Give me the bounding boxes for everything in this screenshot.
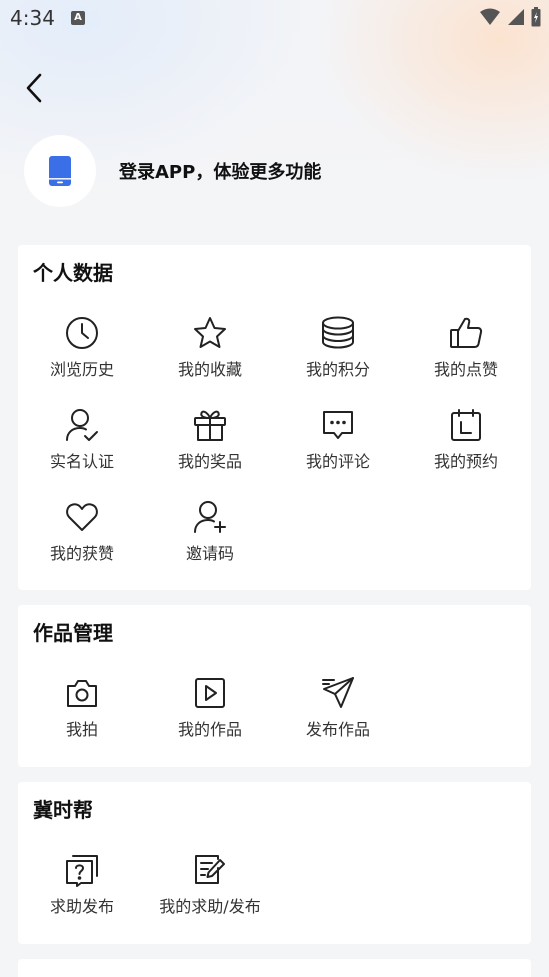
grid-item-reservations[interactable]: 我的预约: [402, 405, 530, 485]
camera-icon: [67, 680, 97, 707]
grid-item-likes[interactable]: 我的点赞: [402, 313, 530, 393]
coins-icon: [322, 316, 354, 349]
grid-item-label: 我拍: [65, 720, 98, 739]
phone-icon: [49, 156, 71, 186]
grid-item-label: 我的作品: [177, 720, 242, 739]
gift-icon: [194, 410, 226, 441]
grid-item-my-help[interactable]: 我的求助/发布: [146, 850, 274, 930]
grid-item-my-works[interactable]: 我的作品: [146, 673, 274, 753]
status-time: 4:34: [10, 6, 55, 30]
play-box-icon: [195, 678, 225, 708]
grid-item-publish-help[interactable]: 求助发布: [18, 850, 146, 930]
clock-icon: [66, 317, 98, 349]
battery-icon: [531, 7, 541, 27]
grid-item-prizes[interactable]: 我的奖品: [146, 405, 274, 485]
grid-item-my-shoot[interactable]: 我拍: [18, 673, 146, 753]
grid-item-label: 我的求助/发布: [159, 897, 261, 916]
header-background: [0, 0, 549, 260]
next-section-card: [18, 959, 531, 977]
grid-item-real-name-auth[interactable]: 实名认证: [18, 405, 146, 485]
thumbs-up-icon: [450, 317, 483, 348]
chevron-left-icon: [26, 73, 42, 103]
grid-item-label: 我的获赞: [49, 544, 114, 563]
login-text: 登录APP，体验更多功能: [119, 162, 322, 183]
works-management-card: 作品管理 我拍 我的作品 发布作品: [18, 605, 531, 767]
grid-item-label: 我的评论: [305, 452, 370, 471]
section-title: 冀时帮: [33, 798, 93, 822]
grid-item-comments[interactable]: 我的评论: [274, 405, 402, 485]
grid-item-label: 邀请码: [185, 544, 234, 563]
grid-item-label: 我的收藏: [177, 360, 242, 379]
section-title: 作品管理: [33, 621, 113, 645]
send-icon: [322, 677, 354, 708]
grid-item-label: 我的奖品: [177, 452, 242, 471]
edit-doc-icon: [195, 855, 225, 884]
grid-item-label: 浏览历史: [49, 360, 114, 379]
user-check-icon: [66, 409, 98, 441]
heart-icon: [66, 503, 98, 531]
question-icon: [66, 855, 98, 887]
grid-item-publish-work[interactable]: 发布作品: [274, 673, 402, 753]
grid-item-invite-code[interactable]: 邀请码: [146, 497, 274, 577]
help-card: 冀时帮 求助发布 我的求助/发布: [18, 782, 531, 944]
grid-item-label: 我的点赞: [433, 360, 498, 379]
notification-badge: A: [71, 11, 85, 25]
grid-item-favorites[interactable]: 我的收藏: [146, 313, 274, 393]
back-button[interactable]: [18, 70, 52, 106]
grid-item-label: 我的预约: [433, 452, 498, 471]
user-plus-icon: [194, 501, 226, 533]
login-prompt[interactable]: 登录APP，体验更多功能: [24, 135, 321, 207]
grid-item-label: 求助发布: [49, 897, 114, 916]
grid-item-label: 实名认证: [49, 452, 114, 471]
section-title: 个人数据: [33, 261, 113, 285]
wifi-icon: [480, 8, 500, 25]
comment-icon: [323, 411, 353, 439]
avatar: [24, 135, 96, 207]
grid-item-label: 发布作品: [305, 720, 370, 739]
calendar-icon: [451, 409, 481, 441]
star-icon: [194, 317, 226, 348]
grid-item-received-likes[interactable]: 我的获赞: [18, 497, 146, 577]
grid-item-browse-history[interactable]: 浏览历史: [18, 313, 146, 393]
grid-item-points[interactable]: 我的积分: [274, 313, 402, 393]
signal-icon: [508, 9, 524, 25]
grid-item-label: 我的积分: [305, 360, 370, 379]
status-icons: [479, 7, 541, 27]
status-bar: 4:34 A: [0, 0, 549, 36]
personal-data-card: 个人数据 浏览历史 我的收藏 我的积分 我的点赞 实名认证 我的奖品 我的评论 …: [18, 245, 531, 590]
